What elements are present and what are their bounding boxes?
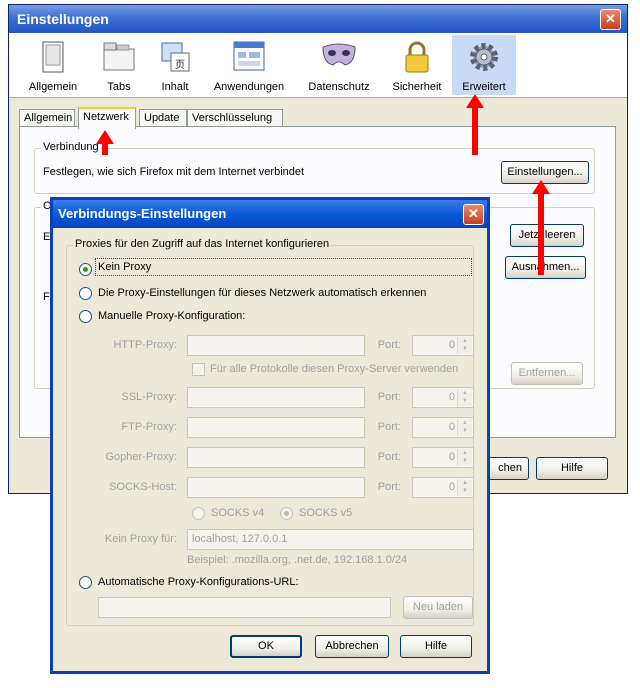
http-proxy-label: HTTP-Proxy: xyxy=(113,339,177,351)
socks-v5-radio[interactable] xyxy=(280,507,293,520)
gear-icon xyxy=(470,43,498,71)
toolbar-label: Erweitert xyxy=(462,81,506,93)
ftp-port-spinner[interactable]: 0 xyxy=(412,417,474,438)
no-proxy-label: Kein Proxy xyxy=(98,261,152,273)
auto-detect-label: Die Proxy-Einstellungen für dieses Netzw… xyxy=(98,287,427,299)
auto-config-url-input[interactable] xyxy=(98,597,391,618)
toolbar-label: Tabs xyxy=(107,81,131,93)
toolbar-tabs[interactable]: Tabs xyxy=(97,35,141,95)
gopher-port-label: Port: xyxy=(377,451,401,463)
http-port-spinner[interactable]: 0 xyxy=(412,335,474,356)
ssl-port-label: Port: xyxy=(377,391,401,403)
proxy-group-title: Proxies für den Zugriff auf das Internet… xyxy=(73,238,332,250)
toolbar-label: Datenschutz xyxy=(308,81,370,93)
socks-host-label: SOCKS-Host: xyxy=(109,481,177,493)
proxy-group: Proxies für den Zugriff auf das Internet… xyxy=(66,238,474,626)
toolbar-content[interactable]: 页 Inhalt xyxy=(153,35,197,95)
connection-group-title: Verbindung xyxy=(41,141,101,153)
applications-icon xyxy=(233,41,265,71)
remove-button[interactable]: Entfernen... xyxy=(511,362,583,385)
tab-update[interactable]: Update xyxy=(139,109,187,127)
svg-text:页: 页 xyxy=(175,59,185,71)
ok-button[interactable]: OK xyxy=(230,635,302,658)
socks-port-spinner[interactable]: 0 xyxy=(412,477,474,498)
socks-v4-radio[interactable] xyxy=(192,507,205,520)
manual-proxy-label: Manuelle Proxy-Konfiguration: xyxy=(98,310,246,322)
toolbar-privacy[interactable]: Datenschutz xyxy=(301,35,377,95)
window-title: Einstellungen xyxy=(9,5,627,33)
toolbar-label: Inhalt xyxy=(161,81,189,93)
clear-now-button[interactable]: Jetzt leeren xyxy=(510,224,584,247)
offline-text-fragment: F xyxy=(43,291,50,303)
ssl-proxy-label: SSL-Proxy: xyxy=(121,391,177,403)
toolbar-label: Allgemein xyxy=(28,81,78,93)
content-icon: 页 xyxy=(161,42,190,72)
focus-rectangle xyxy=(95,258,472,276)
ftp-proxy-label: FTP-Proxy: xyxy=(121,421,177,433)
lock-icon xyxy=(405,41,429,73)
socks-port-label: Port: xyxy=(377,481,401,493)
mask-icon xyxy=(322,43,356,66)
socks-host-input[interactable] xyxy=(187,477,365,498)
socks-v5-label: SOCKS v5 xyxy=(299,507,353,519)
connection-group: Verbindung Festlegen, wie sich Firefox m… xyxy=(34,141,595,194)
tabs-icon xyxy=(103,42,135,71)
reload-button[interactable]: Neu laden xyxy=(403,596,473,619)
ssl-port-spinner[interactable]: 0 xyxy=(412,387,474,408)
tab-general[interactable]: Allgemein xyxy=(19,109,75,127)
dialog-help-button[interactable]: Hilfe xyxy=(400,635,472,658)
tab-network[interactable]: Netzwerk xyxy=(78,107,136,129)
category-toolbar: Allgemein Tabs 页 Inhalt Anwendungen Date… xyxy=(9,33,627,98)
no-proxy-radio[interactable] xyxy=(79,263,92,276)
toolbar-advanced[interactable]: Erweitert xyxy=(452,35,516,95)
main-help-button[interactable]: Hilfe xyxy=(536,457,608,480)
toolbar-security[interactable]: Sicherheit xyxy=(387,35,447,95)
toolbar-general[interactable]: Allgemein xyxy=(23,35,83,95)
gopher-proxy-input[interactable] xyxy=(187,447,365,468)
no-proxy-for-input[interactable]: localhost, 127.0.0.1 xyxy=(187,529,474,550)
socks-v4-label: SOCKS v4 xyxy=(211,507,265,519)
ftp-port-label: Port: xyxy=(377,421,401,433)
dialog-title: Verbindungs-Einstellungen xyxy=(53,200,487,228)
http-proxy-input[interactable] xyxy=(187,335,365,356)
exceptions-button[interactable]: Ausnahmen... xyxy=(505,256,586,279)
same-proxy-checkbox[interactable] xyxy=(192,363,205,376)
dialog-close-button[interactable]: ✕ xyxy=(463,204,484,225)
auto-config-url-radio[interactable] xyxy=(79,576,92,589)
tab-encryption[interactable]: Verschlüsselung xyxy=(187,109,283,127)
connection-settings-dialog: Verbindungs-Einstellungen ✕ Proxies für … xyxy=(50,197,490,674)
no-proxy-example: Beispiel: .mozilla.org, .net.de, 192.168… xyxy=(187,554,408,566)
window-icon xyxy=(42,41,64,73)
auto-config-url-label: Automatische Proxy-Konfigurations-URL: xyxy=(98,576,299,588)
auto-detect-radio[interactable] xyxy=(79,287,92,300)
http-port-label: Port: xyxy=(377,339,401,351)
toolbar-label: Sicherheit xyxy=(392,81,442,93)
same-proxy-label: Für alle Protokolle diesen Proxy-Server … xyxy=(210,363,459,375)
ssl-proxy-input[interactable] xyxy=(187,387,365,408)
gopher-proxy-label: Gopher-Proxy: xyxy=(105,451,177,463)
dialog-cancel-button[interactable]: Abbrechen xyxy=(315,635,389,658)
manual-proxy-radio[interactable] xyxy=(79,310,92,323)
window-close-button[interactable]: ✕ xyxy=(600,9,621,30)
no-proxy-for-label: Kein Proxy für: xyxy=(104,533,177,545)
ftp-proxy-input[interactable] xyxy=(187,417,365,438)
connection-description: Festlegen, wie sich Firefox mit dem Inte… xyxy=(43,166,305,178)
gopher-port-spinner[interactable]: 0 xyxy=(412,447,474,468)
toolbar-label: Anwendungen xyxy=(213,81,285,93)
toolbar-applications[interactable]: Anwendungen xyxy=(207,35,291,95)
